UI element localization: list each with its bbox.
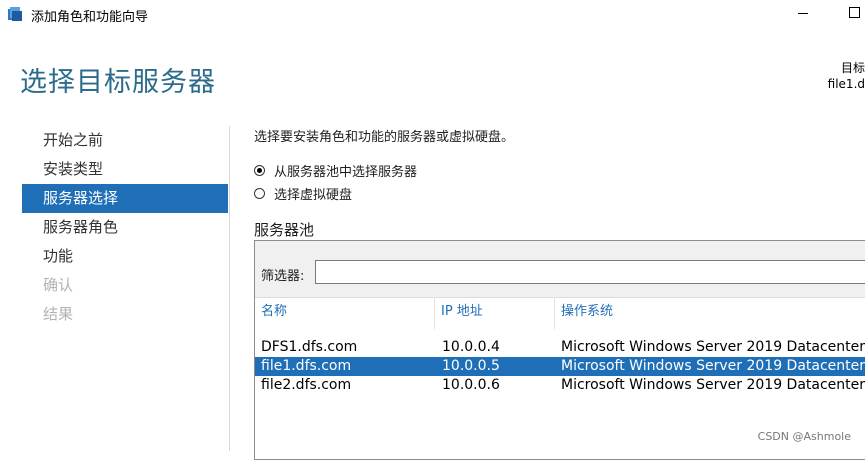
table-row[interactable]: DFS1.dfs.com 10.0.0.4 Microsoft Windows … [255,338,865,357]
server-os: Microsoft Windows Server 2019 Datacenter [561,358,865,374]
destination-server-label: 目标 file1.d [828,60,865,92]
radio-label[interactable]: 从服务器池中选择服务器 [274,161,417,180]
radio-select-vhd[interactable]: 选择虚拟硬盘 [254,184,352,203]
nav-item-features[interactable]: 功能 [22,242,228,271]
server-ip: 10.0.0.6 [442,377,500,393]
server-wizard-icon [8,7,22,21]
server-ip: 10.0.0.4 [442,339,500,355]
server-name: file2.dfs.com [261,377,352,393]
server-os: Microsoft Windows Server 2019 Datacenter [561,377,865,393]
destination-server-name: file1.d [827,77,865,91]
nav-item-results: 结果 [43,305,74,323]
minimize-button[interactable] [792,3,814,23]
server-name: file1.dfs.com [261,358,352,374]
radio-select-from-pool[interactable]: 从服务器池中选择服务器 [254,161,417,180]
column-header-ip[interactable]: IP 地址 [435,297,555,329]
filter-label: 筛选器: [261,269,305,284]
radio-label[interactable]: 选择虚拟硬盘 [274,184,352,203]
wizard-nav: 开始之前 安装类型 服务器选择 服务器角色 功能 确认 结果 [22,126,228,329]
watermark-text: CSDN @Ashmole [757,430,851,443]
destination-server-heading: 目标 [840,61,865,75]
server-pool-heading: 服务器池 [254,221,315,239]
nav-item-installation-type[interactable]: 安装类型 [22,155,228,184]
server-os: Microsoft Windows Server 2019 Datacenter [561,339,865,355]
server-ip: 10.0.0.5 [442,358,500,374]
nav-item-server-roles[interactable]: 服务器角色 [22,213,228,242]
server-name: DFS1.dfs.com [261,339,358,355]
radio-button[interactable] [254,187,265,199]
instruction-text: 选择要安装角色和功能的服务器或虚拟硬盘。 [254,130,515,145]
maximize-button[interactable] [843,3,865,23]
nav-item-server-selection[interactable]: 服务器选择 [22,184,228,213]
column-header-os[interactable]: 操作系统 [555,297,865,329]
filter-bar: 筛选器: [255,241,865,298]
nav-item-before-you-begin[interactable]: 开始之前 [22,126,228,155]
radio-button-checked[interactable] [254,164,265,176]
nav-divider [229,126,230,451]
server-pool-list: 筛选器: 名称 IP 地址 操作系统 DFS1.dfs.com 10.0.0.4… [254,240,865,460]
window-title: 添加角色和功能向导 [31,10,149,25]
table-row-selected[interactable]: file1.dfs.com 10.0.0.5 Microsoft Windows… [255,357,865,376]
title-bar: 添加角色和功能向导 [0,0,865,30]
column-header-name[interactable]: 名称 [255,297,435,329]
page-title: 选择目标服务器 [20,67,216,98]
table-row[interactable]: file2.dfs.com 10.0.0.6 Microsoft Windows… [255,376,865,395]
nav-item-confirmation: 确认 [43,276,74,294]
filter-input[interactable] [315,260,865,284]
